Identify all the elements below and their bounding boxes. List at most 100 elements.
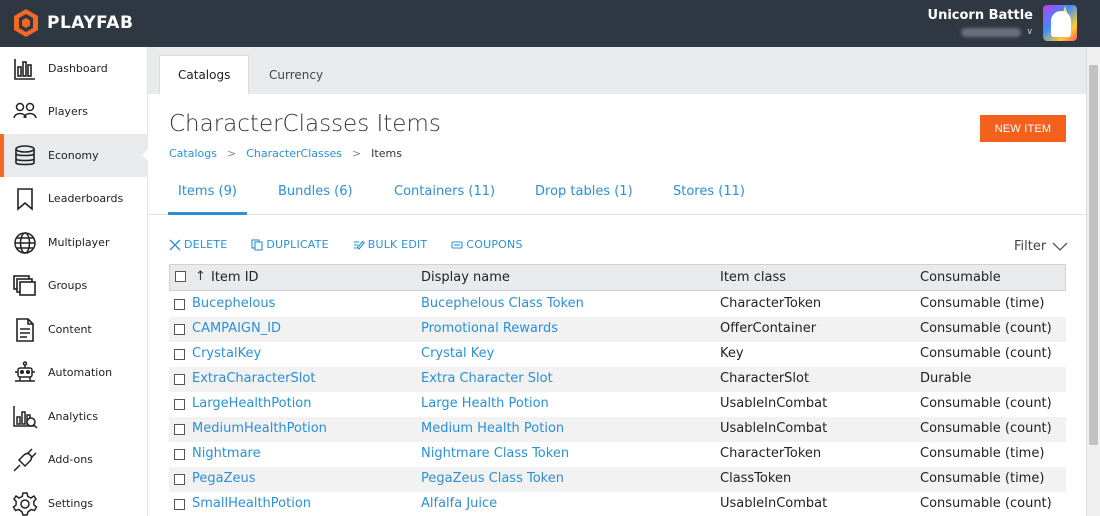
avatar[interactable] [1043, 5, 1077, 41]
column-consumable[interactable]: Consumable [920, 270, 1001, 285]
sidebar-item-label: Dashboard [48, 62, 108, 75]
tab-currency[interactable]: Currency [251, 55, 341, 94]
plug-icon [12, 447, 38, 473]
select-all-checkbox[interactable] [175, 271, 186, 282]
item-class-cell: UsableInCombat [720, 496, 828, 511]
tab-items[interactable]: Items (9) [168, 184, 247, 215]
breadcrumb-current: Items [371, 147, 402, 160]
display-name-cell[interactable]: Crystal Key [421, 346, 494, 361]
new-item-button[interactable]: NEW ITEM [980, 115, 1066, 142]
table-row[interactable]: PegaZeus PegaZeus Class Token ClassToken Co… [169, 467, 1066, 492]
row-checkbox[interactable] [174, 424, 185, 435]
row-checkbox[interactable] [174, 499, 185, 510]
item-id-cell[interactable]: MediumHealthPotion [192, 421, 327, 436]
filter-label: Filter [1014, 239, 1047, 254]
globe-icon [12, 230, 38, 256]
sidebar-item-label: Content [48, 323, 92, 336]
row-checkbox[interactable] [174, 349, 185, 360]
item-id-cell[interactable]: Bucephelous [192, 296, 275, 311]
sidebar-item-add-ons[interactable]: Add-ons [0, 438, 148, 481]
item-id-cell[interactable]: CrystalKey [192, 346, 261, 361]
display-name-cell[interactable]: Bucephelous Class Token [421, 296, 584, 311]
row-checkbox[interactable] [174, 449, 185, 460]
tab-drop-tables[interactable]: Drop tables (1) [535, 184, 633, 215]
display-name-cell[interactable]: Nightmare Class Token [421, 446, 569, 461]
coupons-button[interactable]: COUPONS [451, 238, 522, 251]
row-checkbox[interactable] [174, 399, 185, 410]
breadcrumb: Catalogs > CharacterClasses > Items [169, 147, 402, 160]
copy-icon [251, 238, 263, 251]
delete-button[interactable]: DELETE [169, 238, 227, 251]
table-row[interactable]: SmallHealthPotion Alfalfa Juice UsableInCo… [169, 492, 1066, 516]
breadcrumb-catalogs[interactable]: Catalogs [169, 147, 217, 160]
playfab-logo[interactable]: PLAYFAB [12, 8, 133, 38]
title-name[interactable]: Unicorn Battle [928, 8, 1033, 23]
row-checkbox[interactable] [174, 474, 185, 485]
table-row[interactable]: ExtraCharacterSlot Extra Character Slot Ch… [169, 367, 1066, 392]
close-icon [169, 239, 181, 250]
tab-containers[interactable]: Containers (11) [394, 184, 495, 215]
display-name-cell[interactable]: Alfalfa Juice [421, 496, 497, 511]
sidebar-item-automation[interactable]: Automation [0, 351, 148, 394]
consumable-cell: Consumable (time) [920, 471, 1045, 486]
tab-label: Currency [269, 67, 324, 82]
table-row[interactable]: Nightmare Nightmare Class Token CharacterT… [169, 442, 1066, 467]
sidebar-item-content[interactable]: Content [0, 308, 148, 351]
catalog-tabs: Catalogs Currency [148, 47, 1086, 94]
chevron-down-icon [1052, 242, 1068, 251]
table-row[interactable]: Bucephelous Bucephelous Class Token Charac… [169, 292, 1066, 317]
row-checkbox[interactable] [174, 374, 185, 385]
column-display-name[interactable]: Display name [421, 270, 510, 285]
robot-icon [12, 360, 38, 386]
breadcrumb-characterclasses[interactable]: CharacterClasses [246, 147, 342, 160]
tab-catalogs[interactable]: Catalogs [159, 55, 250, 94]
scrollbar-thumb[interactable] [1089, 65, 1098, 445]
column-item-id[interactable]: Item ID [211, 270, 259, 285]
consumable-cell: Durable [920, 371, 972, 386]
sidebar-item-label: Analytics [48, 410, 98, 423]
consumable-cell: Consumable (count) [920, 321, 1052, 336]
action-toolbar: DELETE DUPLICATE BULK EDIT COUPONS [169, 238, 547, 251]
duplicate-button[interactable]: DUPLICATE [251, 238, 329, 251]
table-header: ↑ Item ID Display name Item class Consum… [169, 264, 1066, 291]
sidebar-item-settings[interactable]: Settings [0, 482, 148, 516]
table-row[interactable]: LargeHealthPotion Large Health Potion Usab… [169, 392, 1066, 417]
display-name-cell[interactable]: Large Health Potion [421, 396, 549, 411]
item-id-cell[interactable]: LargeHealthPotion [192, 396, 312, 411]
tab-bundles[interactable]: Bundles (6) [278, 184, 353, 215]
bulk-edit-button[interactable]: BULK EDIT [353, 238, 428, 251]
item-id-cell[interactable]: CAMPAIGN_ID [192, 321, 281, 336]
sidebar-item-multiplayer[interactable]: Multiplayer [0, 221, 148, 264]
coupon-icon [451, 240, 463, 249]
breadcrumb-separator: > [226, 147, 237, 160]
row-checkbox[interactable] [174, 324, 185, 335]
page-title: CharacterClasses Items [169, 111, 441, 137]
column-item-class[interactable]: Item class [720, 270, 786, 285]
table-row[interactable]: MediumHealthPotion Medium Health Potion Us… [169, 417, 1066, 442]
sidebar-item-leaderboards[interactable]: Leaderboards [0, 177, 148, 220]
sidebar-item-groups[interactable]: Groups [0, 264, 148, 307]
item-id-cell[interactable]: Nightmare [192, 446, 261, 461]
sidebar: Dashboard Players Economy Leaderboards M… [0, 47, 149, 516]
tab-stores[interactable]: Stores (11) [673, 184, 745, 215]
bulk-edit-label: BULK EDIT [367, 238, 428, 251]
filter-toggle[interactable]: Filter [1014, 239, 1068, 254]
item-id-cell[interactable]: PegaZeus [192, 471, 256, 486]
row-checkbox[interactable] [174, 299, 185, 310]
arrow-up-icon[interactable]: ↑ [195, 269, 206, 284]
logo-text: PLAYFAB [47, 13, 134, 33]
display-name-cell[interactable]: Medium Health Potion [421, 421, 564, 436]
vertical-scrollbar[interactable] [1086, 47, 1100, 516]
display-name-cell[interactable]: Promotional Rewards [421, 321, 558, 336]
item-id-cell[interactable]: ExtraCharacterSlot [192, 371, 315, 386]
title-switcher[interactable]: ∨ [961, 27, 1033, 37]
display-name-cell[interactable]: PegaZeus Class Token [421, 471, 564, 486]
sidebar-item-players[interactable]: Players [0, 90, 148, 133]
table-row[interactable]: CrystalKey Crystal Key Key Consumable (coun… [169, 342, 1066, 367]
display-name-cell[interactable]: Extra Character Slot [421, 371, 553, 386]
item-id-cell[interactable]: SmallHealthPotion [192, 496, 311, 511]
table-row[interactable]: CAMPAIGN_ID Promotional Rewards OfferConta… [169, 317, 1066, 342]
sidebar-item-economy[interactable]: Economy [0, 134, 149, 177]
sidebar-item-analytics[interactable]: Analytics [0, 395, 148, 438]
sidebar-item-dashboard[interactable]: Dashboard [0, 47, 148, 90]
